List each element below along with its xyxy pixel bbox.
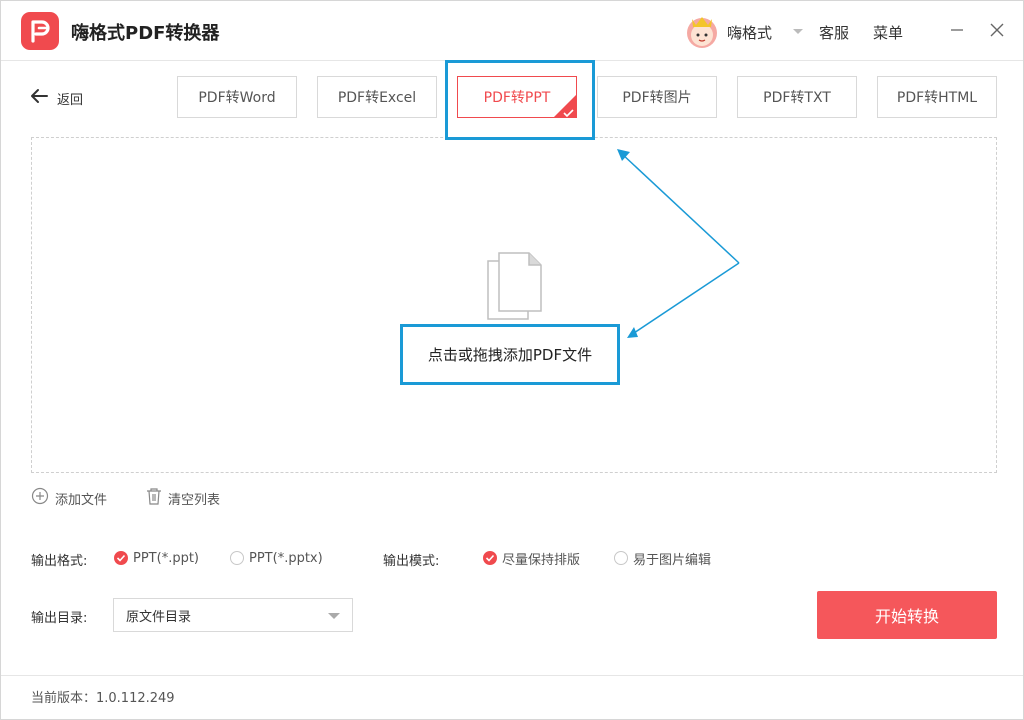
tab-pdf-to-word[interactable]: PDF转Word: [177, 76, 297, 118]
tab-label: PDF转PPT: [483, 90, 551, 106]
app-window: 嗨格式PDF转换器 嗨格式 客服 菜单 返回 PDF转Word PDF转Exce…: [0, 0, 1024, 720]
tab-label: PDF转Excel: [337, 90, 417, 106]
output-mode-label: 输出模式:: [383, 554, 440, 569]
radio-label: 易于图片编辑: [633, 552, 712, 568]
back-label: 返回: [57, 92, 84, 108]
radio-label: PPT(*.ppt): [133, 550, 199, 566]
cartoon-avatar-icon[interactable]: [684, 11, 720, 49]
output-dir-label: 输出目录:: [31, 611, 88, 626]
clear-list-button[interactable]: 清空列表: [146, 487, 221, 509]
tab-label: PDF转Word: [198, 90, 276, 106]
customer-service-link[interactable]: 客服: [819, 22, 849, 43]
checkmark-icon: [563, 106, 574, 117]
tab-pdf-to-image[interactable]: PDF转图片: [597, 76, 717, 118]
pdf-logo-icon: [21, 12, 59, 50]
output-dir-value: 原文件目录: [126, 609, 192, 625]
add-file-button[interactable]: 添加文件: [31, 487, 108, 509]
radio-mode-keep-layout[interactable]: 尽量保持排版: [483, 549, 581, 568]
minimize-icon[interactable]: [946, 19, 968, 41]
radio-mode-image-edit[interactable]: 易于图片编辑: [614, 549, 712, 568]
radio-format-ppt[interactable]: PPT(*.ppt): [114, 549, 199, 567]
radio-label: PPT(*.pptx): [249, 550, 323, 566]
drop-zone-text[interactable]: 点击或拖拽添加PDF文件: [401, 324, 619, 384]
trash-icon: [146, 487, 162, 509]
app-title: 嗨格式PDF转换器: [71, 23, 220, 44]
add-file-label: 添加文件: [55, 492, 108, 508]
radio-label: 尽量保持排版: [502, 552, 581, 568]
document-icon: [485, 251, 545, 321]
title-bar: 嗨格式PDF转换器 嗨格式 客服 菜单: [1, 1, 1023, 61]
radio-checked-icon: [483, 551, 497, 565]
output-dir-select[interactable]: 原文件目录: [113, 598, 353, 632]
radio-checked-icon: [114, 551, 128, 565]
tab-label: PDF转图片: [622, 90, 692, 106]
radio-unchecked-icon: [614, 551, 628, 565]
start-convert-button[interactable]: 开始转换: [817, 591, 997, 639]
tab-label: PDF转TXT: [763, 90, 831, 106]
menu-link[interactable]: 菜单: [873, 22, 903, 43]
output-format-label: 输出格式:: [31, 554, 88, 569]
user-name[interactable]: 嗨格式: [727, 22, 772, 43]
plus-circle-icon: [31, 487, 49, 509]
back-button[interactable]: 返回: [29, 87, 83, 109]
tab-pdf-to-excel[interactable]: PDF转Excel: [317, 76, 437, 118]
tab-pdf-to-txt[interactable]: PDF转TXT: [737, 76, 857, 118]
close-icon[interactable]: [986, 19, 1008, 41]
chevron-down-icon: [328, 613, 340, 619]
chevron-down-icon[interactable]: [791, 23, 805, 37]
tab-pdf-to-ppt[interactable]: PDF转PPT: [457, 76, 577, 118]
arrow-left-icon: [29, 88, 49, 108]
radio-unchecked-icon: [230, 551, 244, 565]
clear-list-label: 清空列表: [168, 492, 221, 508]
version-text: 当前版本：1.0.112.249: [31, 691, 175, 706]
radio-format-pptx[interactable]: PPT(*.pptx): [230, 549, 323, 567]
tab-label: PDF转HTML: [896, 90, 978, 106]
tab-pdf-to-html[interactable]: PDF转HTML: [877, 76, 997, 118]
